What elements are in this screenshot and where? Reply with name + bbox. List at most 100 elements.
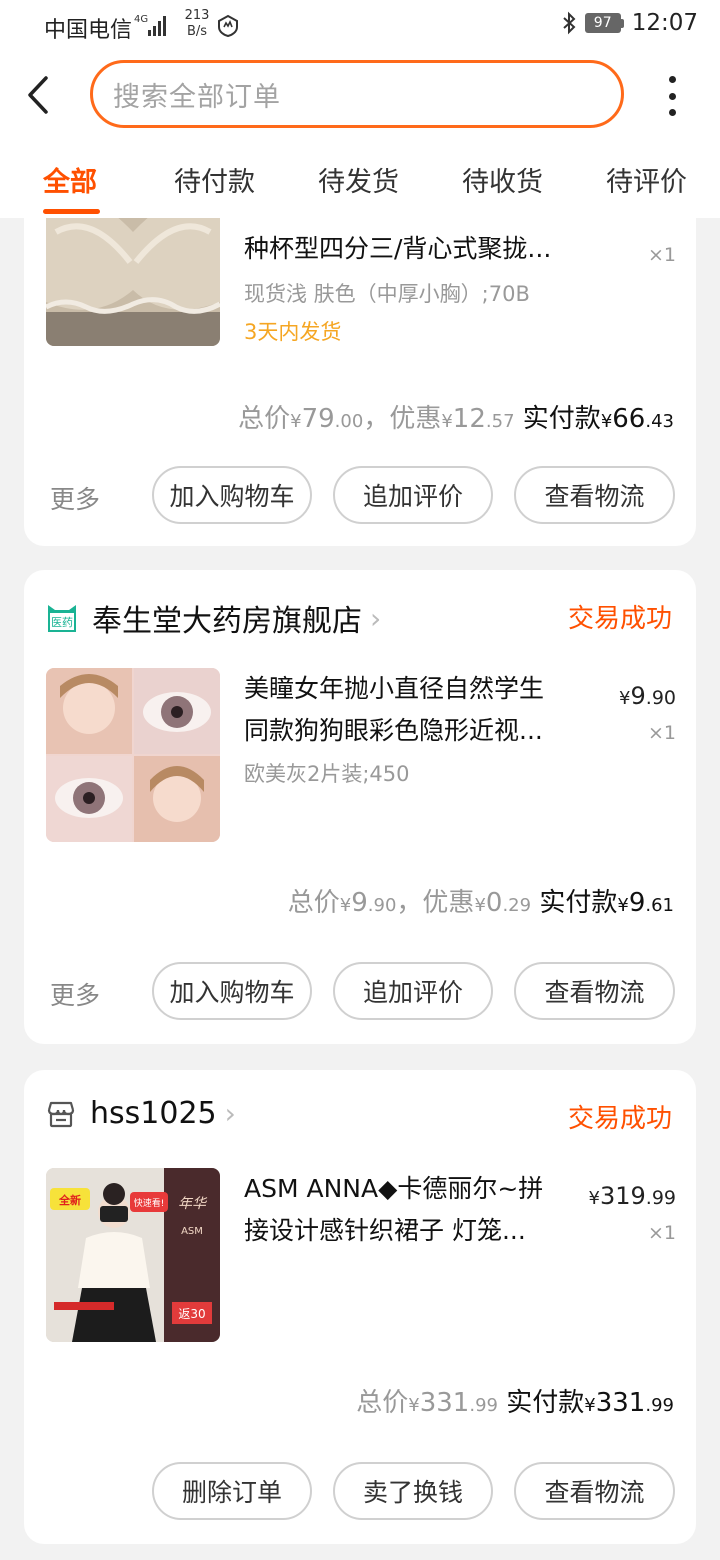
currency-symbol: ¥: [474, 895, 486, 916]
tmall-pharmacy-icon: 医药: [48, 605, 76, 632]
back-arrow-icon[interactable]: [18, 72, 62, 118]
tab-pending-payment[interactable]: 待付款: [174, 160, 255, 199]
product-image-contacts: [46, 668, 220, 842]
bluetooth-icon: [563, 11, 576, 35]
separator: ，: [363, 404, 390, 434]
item-title-line: ASM ANNA◆卡德丽尔~拼: [244, 1174, 544, 1203]
total-value: 331: [419, 1388, 470, 1418]
shop-name[interactable]: 奉生堂大药房旗舰店: [92, 596, 362, 640]
more-link[interactable]: 更多: [50, 976, 100, 1012]
currency-symbol: ¥: [588, 1188, 600, 1209]
product-image-dress: 全新 快速看! 年华 ASM 返30: [46, 1168, 220, 1342]
add-to-cart-button[interactable]: 加入购物车: [152, 962, 312, 1020]
paid-value: 331: [595, 1388, 646, 1418]
order-status: 交易成功: [567, 1104, 672, 1134]
tab-pending-review[interactable]: 待评价: [606, 160, 687, 199]
order-totals: 总价¥79.00，优惠¥12.57 实付款¥66.43: [238, 398, 674, 435]
total-decimal: .99: [469, 1395, 498, 1416]
view-logistics-button[interactable]: 查看物流: [514, 962, 675, 1020]
shop-header[interactable]: hss1025 ›: [46, 1096, 236, 1131]
search-input[interactable]: 搜索全部订单: [90, 60, 624, 128]
view-logistics-button[interactable]: 查看物流: [514, 1462, 675, 1520]
svg-text:ASM: ASM: [181, 1226, 203, 1237]
more-link[interactable]: 更多: [50, 480, 100, 516]
product-thumbnail[interactable]: 全新 快速看! 年华 ASM 返30: [46, 1168, 220, 1342]
view-logistics-button[interactable]: 查看物流: [514, 466, 675, 524]
clock: 12:07: [631, 10, 698, 36]
item-title-line: 同款狗狗眼彩色隐形近视...: [244, 716, 543, 745]
total-value: 79: [301, 404, 335, 434]
svg-text:快速看!: 快速看!: [134, 1197, 165, 1209]
currency-symbol: ¥: [600, 411, 613, 432]
more-menu-icon[interactable]: [652, 74, 692, 118]
shipping-note: 3天内发货: [244, 320, 342, 344]
active-tab-indicator: [43, 209, 100, 214]
item-quantity: ×1: [647, 722, 676, 744]
item-title[interactable]: 美瞳女年抛小直径自然学生 同款狗狗眼彩色隐形近视...: [244, 668, 574, 752]
tab-pending-receipt[interactable]: 待收货: [462, 160, 543, 199]
currency-symbol: ¥: [584, 1395, 596, 1416]
store-icon: [47, 1101, 75, 1127]
svg-text:全新: 全新: [58, 1193, 81, 1207]
paid-value: 9: [628, 888, 646, 918]
network-speed-unit: B/s: [186, 24, 208, 39]
order-totals: 总价¥9.90，优惠¥0.29 实付款¥9.61: [288, 882, 674, 919]
separator: ，: [396, 888, 423, 918]
chevron-right-icon: ›: [224, 1097, 236, 1130]
shield-icon: [218, 14, 238, 38]
tab-all[interactable]: 全部: [43, 160, 97, 199]
network-speed-value: 213: [184, 8, 210, 23]
item-title[interactable]: ASM ANNA◆卡德丽尔~拼 接设计感针织裙子 灯笼...: [244, 1168, 574, 1252]
paid-decimal: .61: [645, 895, 674, 916]
paid-label: 实付款: [522, 404, 601, 434]
battery-icon: 97: [584, 13, 624, 33]
carrier-label: 中国电信: [44, 18, 133, 43]
price-value: 319: [599, 1182, 646, 1210]
price-value: 9: [630, 682, 646, 710]
discount-decimal: .29: [502, 895, 532, 916]
discount-decimal: .57: [485, 411, 515, 432]
total-label: 总价: [238, 404, 291, 434]
status-bar: 中国电信 4G 213 B/s 97 12:07: [0, 0, 720, 52]
shop-header[interactable]: 医药 奉生堂大药房旗舰店 ›: [46, 596, 381, 640]
order-totals: 总价¥331.99 实付款¥331.99: [356, 1382, 674, 1419]
item-price: ¥9.90: [619, 682, 676, 710]
price-decimal: .90: [645, 687, 676, 709]
currency-symbol: ¥: [339, 895, 352, 916]
append-review-button[interactable]: 追加评价: [333, 466, 493, 524]
product-thumbnail[interactable]: [46, 218, 220, 346]
svg-text:年华: 年华: [178, 1196, 208, 1212]
currency-symbol: ¥: [408, 1395, 420, 1416]
shop-name[interactable]: hss1025: [90, 1096, 217, 1131]
total-decimal: .00: [334, 411, 364, 432]
add-to-cart-button[interactable]: 加入购物车: [152, 466, 312, 524]
item-quantity: ×1: [647, 1222, 676, 1244]
svg-text:医药: 医药: [51, 616, 73, 629]
order-list[interactable]: 种杯型四分三/背心式聚拢... ×1 现货浅 肤色（中厚小胸）;70B 3天内发…: [0, 218, 720, 1560]
paid-value: 66: [612, 404, 646, 434]
signal-icon: 4G: [134, 14, 166, 36]
order-card: 种杯型四分三/背心式聚拢... ×1 现货浅 肤色（中厚小胸）;70B 3天内发…: [24, 218, 696, 546]
item-sku: 现货浅 肤色（中厚小胸）;70B: [244, 282, 530, 306]
network-speed: 213 B/s: [180, 8, 214, 40]
svg-text:返30: 返30: [178, 1307, 205, 1321]
paid-label: 实付款: [506, 1388, 585, 1418]
discount-value: 12: [452, 404, 486, 434]
item-title[interactable]: 种杯型四分三/背心式聚拢...: [244, 228, 574, 270]
resell-button[interactable]: 卖了换钱: [333, 1462, 493, 1520]
append-review-button[interactable]: 追加评价: [333, 962, 493, 1020]
price-decimal: .99: [645, 1187, 676, 1209]
currency-symbol: ¥: [619, 688, 631, 709]
delete-order-button[interactable]: 删除订单: [152, 1462, 312, 1520]
total-value: 9: [351, 888, 368, 918]
network-type-label: 4G: [134, 14, 148, 25]
status-right: 97 12:07: [561, 10, 698, 36]
total-label: 总价: [287, 888, 340, 918]
order-card: hss1025 › 交易成功 全新 快速看! 年华 ASM 返30 ASM AN…: [24, 1070, 696, 1544]
tab-pending-shipment[interactable]: 待发货: [318, 160, 399, 199]
discount-label: 优惠: [389, 404, 442, 434]
item-title-line: 美瞳女年抛小直径自然学生: [244, 674, 545, 703]
total-decimal: .90: [367, 895, 397, 916]
product-thumbnail[interactable]: [46, 668, 220, 842]
order-status: 交易成功: [567, 604, 672, 634]
